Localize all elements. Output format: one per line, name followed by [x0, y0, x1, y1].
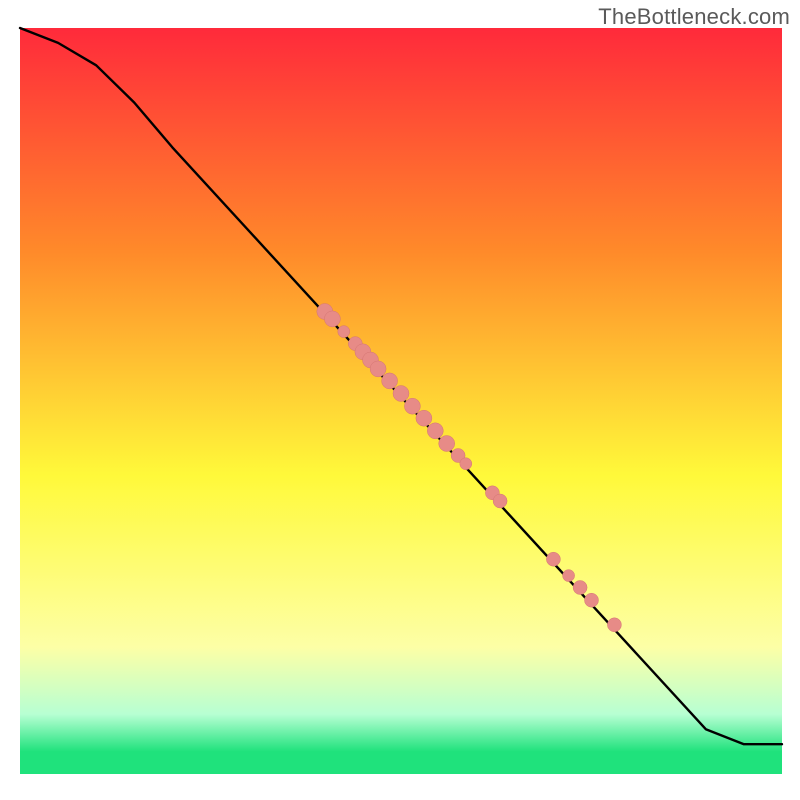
watermark-text: TheBottleneck.com: [598, 4, 790, 30]
data-marker: [563, 570, 575, 582]
data-marker: [573, 581, 587, 595]
data-marker: [370, 361, 386, 377]
data-marker: [404, 398, 420, 414]
data-marker: [493, 494, 507, 508]
data-marker: [439, 436, 455, 452]
data-marker: [416, 410, 432, 426]
data-marker: [338, 326, 350, 338]
data-marker: [546, 552, 560, 566]
data-marker: [324, 311, 340, 327]
data-marker: [393, 386, 409, 402]
heatmap-curve-chart: [0, 0, 800, 800]
data-marker: [460, 458, 472, 470]
data-marker: [585, 593, 599, 607]
chart-container: TheBottleneck.com: [0, 0, 800, 800]
data-marker: [382, 373, 398, 389]
data-marker: [427, 423, 443, 439]
data-marker: [607, 618, 621, 632]
